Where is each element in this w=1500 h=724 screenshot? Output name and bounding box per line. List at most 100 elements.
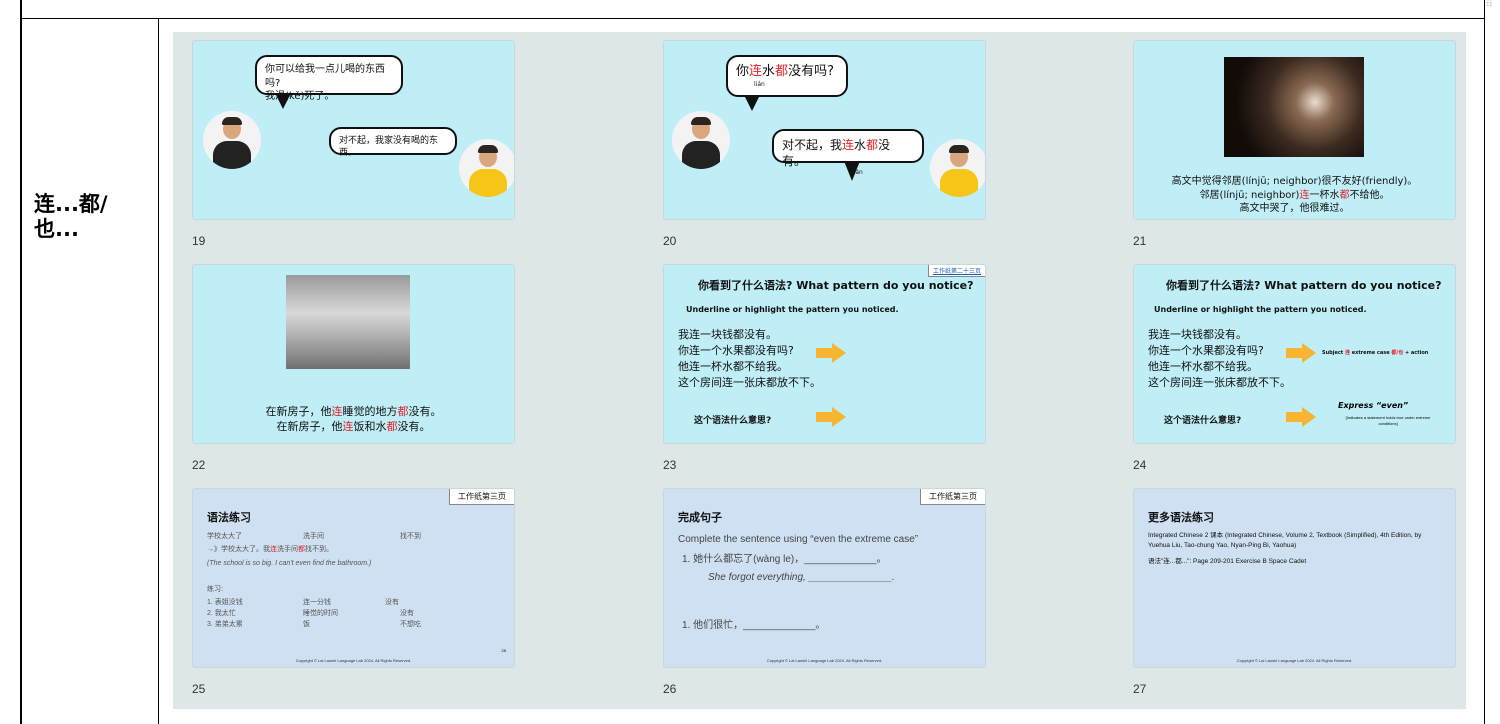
text: extreme case — [1349, 350, 1392, 356]
text: 在新房子，他 — [265, 405, 332, 418]
slide-title: 语法练习 — [207, 511, 251, 524]
pattern-formula: Subject 连 extreme case 都/也 + action — [1322, 349, 1428, 356]
question: 这个语法什么意思? — [1164, 416, 1242, 426]
copyright: Copyright © Lai Laoshi Language Lab 2024… — [295, 658, 412, 663]
slide-number: 25 — [192, 682, 206, 696]
bubble-text: 水 — [854, 138, 867, 152]
express-even: Express “even” — [1338, 401, 1409, 410]
slide-title: 完成句子 — [678, 511, 722, 524]
drag-handle-icon[interactable]: ⠿ — [1486, 0, 1494, 10]
bubble-tail — [275, 93, 291, 109]
question-1: 1. 她什么都忘了(wàng le)，_____________。 — [682, 554, 887, 565]
copyright: Copyright © Lai Laoshi Language Lab 2024… — [1236, 658, 1353, 663]
text-line: 在新房子，他连睡觉的地方都没有。 — [193, 405, 514, 420]
slide-26[interactable]: 工作纸第三页 完成句子 Complete the sentence using … — [663, 488, 986, 668]
speech-bubble-question: 你连水都没有吗? lián — [726, 55, 848, 97]
student-avatar — [459, 139, 514, 197]
slide-21[interactable]: 高文中觉得邻居(línjū; neighbor)很不友好(friendly)。 … — [1133, 40, 1456, 220]
text: 饭和水 — [353, 419, 387, 433]
bubble-line: 你可以给我一点儿喝的东西吗? — [265, 64, 385, 89]
lian-highlight: 连 — [270, 546, 277, 553]
textbook-reference: Integrated Chinese 2 课本 (Integrated Chin… — [1148, 532, 1422, 549]
slide-20[interactable]: 你连水都没有吗? lián 对不起，我连水都没有。 lián — [663, 40, 986, 220]
practice-label: 练习: — [207, 586, 223, 593]
pinyin: lián — [754, 80, 765, 88]
instruction: Complete the sentence using “even the ex… — [678, 534, 919, 545]
text: 邻居(línjū; neighbor) — [1199, 189, 1300, 201]
example-line: 他连一杯水都不给我。 — [1148, 359, 1258, 373]
arrow-icon — [1286, 407, 1316, 427]
practice-row: 3. 弟弟太累 饭 不想吃 — [207, 620, 502, 631]
text: 睡觉的地方 — [342, 405, 398, 418]
cell: 没有 — [385, 599, 399, 606]
text: 没有。 — [408, 405, 442, 418]
slide-grid: 你可以给我一点儿喝的东西吗? 我渴(kě)死了。 对不起，我家没有喝的东西。 1… — [173, 32, 1466, 709]
slide-24[interactable]: 你看到了什么语法? What pattern do you notice? Un… — [1133, 264, 1456, 444]
cell: 连一分钱 — [303, 599, 331, 606]
translation: (The school is so big. I can't even find… — [207, 560, 372, 567]
worksheet-tag[interactable]: 工作纸第二十三页 — [927, 265, 985, 277]
text: 不给他。 — [1349, 189, 1390, 201]
bubble-tail — [744, 95, 760, 111]
teacher-avatar — [203, 111, 261, 169]
slide-subtitle: Underline or highlight the pattern you n… — [1154, 305, 1367, 314]
speech-bubble-answer: 对不起，我连水都没有。 lián — [772, 129, 924, 176]
worksheet-tag[interactable]: 工作纸第三页 — [920, 489, 985, 505]
text-line: 高文中觉得邻居(línjū; neighbor)很不友好(friendly)。 — [1171, 176, 1418, 187]
slide-text: 在新房子，他连睡觉的地方都没有。 在新房子，他连饭和水都没有。 — [193, 405, 514, 435]
slide-number: 21 — [1133, 234, 1147, 248]
dou-highlight: 都 — [298, 546, 305, 553]
pattern-note: [Indicates a statement holds true under … — [1345, 415, 1431, 426]
word-row: 学校太大了 洗手间 找不到 — [207, 532, 502, 542]
bubble-text: 你 — [736, 64, 750, 79]
slide-number: 27 — [1133, 682, 1147, 696]
worksheet-tag[interactable]: 工作纸第三页 — [449, 489, 514, 505]
slide-22[interactable]: 在新房子，他连睡觉的地方都没有。 在新房子，他连饭和水都没有。 — [192, 264, 515, 444]
word: 找不到 — [400, 533, 421, 540]
arrow-icon — [816, 343, 846, 363]
text: 没有。 — [397, 419, 431, 433]
slide-number: 23 — [663, 458, 677, 472]
question: 这个语法什么意思? — [694, 416, 772, 426]
slide-23[interactable]: 工作纸第二十三页 你看到了什么语法? What pattern do you n… — [663, 264, 986, 444]
slide-number: 19 — [192, 234, 206, 248]
lian-highlight: 连 — [842, 138, 855, 152]
lian-highlight: 连 — [1299, 189, 1310, 201]
dou-highlight: 都 — [775, 64, 789, 79]
practice-table: 1. 表姐没钱 连一分钱 没有 2. 我太忙 睡觉的时间 没有 3. 弟弟太累饭不想吃 — [207, 598, 502, 631]
bubble-text: 水 — [762, 64, 776, 79]
cell: 不想吃 — [400, 621, 421, 628]
text: 找不到。 — [305, 546, 333, 553]
slide-number: 24 — [1133, 458, 1147, 472]
dou-highlight: 都 — [1339, 189, 1350, 201]
copyright: Copyright © Lai Laoshi Language Lab 2024… — [766, 658, 883, 663]
row-label-line-1: 连...都/ — [34, 192, 108, 216]
pinyin: lián — [852, 169, 863, 177]
cell: 2. 我太忙 — [207, 610, 236, 617]
slide-number: 20 — [663, 234, 677, 248]
example-sentence: →》学校太大了。我连洗手间都找不到。 — [207, 545, 333, 555]
slide-19[interactable]: 你可以给我一点儿喝的东西吗? 我渴(kě)死了。 对不起，我家没有喝的东西。 — [192, 40, 515, 220]
speech-bubble-question: 你可以给我一点儿喝的东西吗? 我渴(kě)死了。 — [255, 55, 403, 102]
bubble-text: 没有吗? — [788, 64, 834, 79]
teacher-avatar — [672, 111, 730, 169]
slide-number: 22 — [192, 458, 206, 472]
slide-subtitle: Underline or highlight the pattern you n… — [686, 305, 899, 314]
dou-highlight: 都 — [397, 405, 409, 418]
slide-27[interactable]: 更多语法练习 Integrated Chinese 2 课本 (Integrat… — [1133, 488, 1456, 668]
cell: 睡觉的时间 — [303, 610, 338, 617]
question-2: 1. 他们很忙，_____________。 — [682, 620, 826, 631]
example-line: 这个房间连一张床都放不下。 — [678, 375, 821, 389]
text: 洗手间 — [277, 546, 298, 553]
bubble-text: 对不起，我 — [782, 138, 843, 152]
slide-title: 更多语法练习 — [1148, 511, 1214, 524]
page-number: 25 — [501, 648, 506, 653]
text-line: 高文中哭了，他很难过。 — [1239, 203, 1350, 214]
text: + action — [1403, 350, 1429, 356]
slide-title: 你看到了什么语法? What pattern do you notice? — [1166, 279, 1442, 292]
practice-row: 2. 我太忙 睡觉的时间 没有 — [207, 609, 502, 620]
empty-room-image — [286, 275, 410, 369]
cell: 1. 表姐没钱 — [207, 599, 243, 606]
question-1-english: She forgot everything, _______________. — [708, 572, 895, 583]
slide-25[interactable]: 工作纸第三页 语法练习 学校太大了 洗手间 找不到 →》学校太大了。我连洗手间都… — [192, 488, 515, 668]
